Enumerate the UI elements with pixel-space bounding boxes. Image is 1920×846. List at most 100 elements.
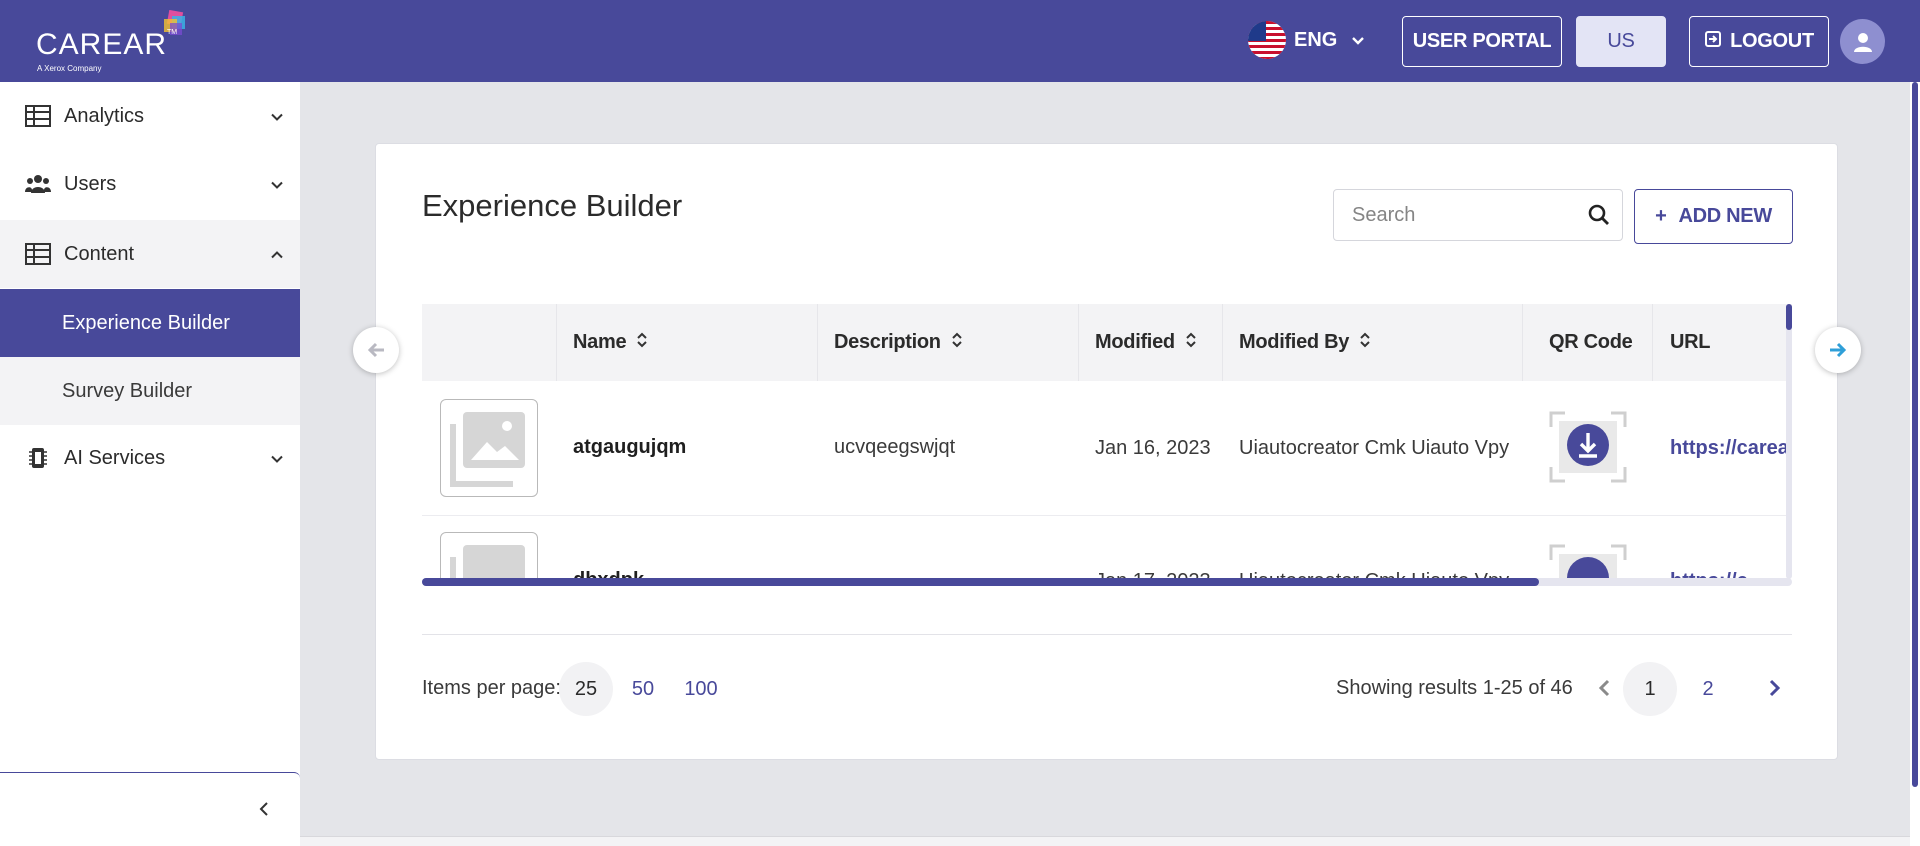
logout-label: LOGOUT bbox=[1730, 30, 1814, 52]
previous-page-button[interactable] bbox=[1592, 675, 1616, 701]
column-label: Name bbox=[573, 331, 627, 353]
user-icon bbox=[1853, 32, 1872, 52]
experience-builder-card: Experience Builder + ADD NEW Name Descri… bbox=[353, 143, 1861, 760]
image-placeholder-icon bbox=[450, 545, 525, 579]
chevron-down-icon bbox=[270, 105, 284, 128]
add-new-button[interactable]: + ADD NEW bbox=[1634, 189, 1793, 244]
qr-download-button[interactable] bbox=[1549, 411, 1627, 483]
page-scrollbar[interactable] bbox=[1910, 82, 1920, 846]
page-2-button[interactable]: 2 bbox=[1681, 662, 1735, 716]
page-title: Experience Builder bbox=[422, 188, 683, 223]
column-label: QR Code bbox=[1549, 331, 1633, 353]
column-header-qr-code: QR Code bbox=[1549, 304, 1633, 381]
next-page-button[interactable] bbox=[1763, 675, 1787, 701]
row-name[interactable]: atgaugujqm bbox=[573, 436, 686, 459]
table-horizontal-scrollbar[interactable] bbox=[422, 578, 1792, 586]
sort-icon bbox=[1359, 331, 1371, 355]
scroll-thumb[interactable] bbox=[1912, 82, 1918, 787]
column-divider bbox=[1222, 304, 1223, 381]
users-icon bbox=[24, 170, 52, 198]
row-description: ucvqeegswjqt bbox=[834, 436, 956, 458]
table-vertical-scrollbar[interactable] bbox=[1786, 304, 1792, 579]
language-label: ENG bbox=[1294, 28, 1338, 51]
scroll-thumb[interactable] bbox=[422, 578, 1539, 586]
column-divider bbox=[1522, 304, 1523, 381]
sidebar-item-label: Analytics bbox=[64, 104, 145, 127]
column-label: Description bbox=[834, 331, 941, 353]
logout-button[interactable]: LOGOUT bbox=[1689, 16, 1829, 67]
column-header-modified[interactable]: Modified bbox=[1095, 304, 1197, 381]
column-divider bbox=[556, 304, 557, 381]
page-1-button[interactable]: 1 bbox=[1623, 662, 1677, 716]
sidebar-item-experience-builder[interactable]: Experience Builder bbox=[0, 289, 300, 357]
scroll-left-button[interactable] bbox=[353, 327, 399, 373]
region-button[interactable]: US bbox=[1576, 16, 1666, 67]
chevron-down-icon bbox=[270, 447, 284, 470]
qr-download-button[interactable] bbox=[1549, 544, 1627, 579]
qr-download-icon bbox=[1549, 544, 1627, 579]
column-label: Modified bbox=[1095, 331, 1175, 353]
sidebar-item-users[interactable]: Users bbox=[0, 150, 300, 218]
sidebar: Analytics Users Content Experience Build… bbox=[0, 82, 300, 846]
carear-logo[interactable]: CAREAR TM A Xerox Company bbox=[36, 10, 196, 76]
sort-icon bbox=[1185, 331, 1197, 355]
sidebar-footer bbox=[0, 772, 300, 846]
logo-subtitle: A Xerox Company bbox=[37, 64, 102, 73]
us-flag-icon bbox=[1248, 21, 1286, 59]
experience-table: Name Description Modified Modified By QR… bbox=[422, 304, 1792, 579]
scroll-right-button[interactable] bbox=[1815, 327, 1861, 373]
add-new-label: ADD NEW bbox=[1678, 205, 1772, 227]
user-portal-button[interactable]: USER PORTAL bbox=[1402, 16, 1562, 67]
chevron-up-icon bbox=[270, 243, 284, 266]
chevron-left-icon bbox=[1598, 679, 1610, 697]
row-modified-by: Uiautocreator Cmk Uiauto Vpy bbox=[1239, 437, 1510, 459]
sort-icon bbox=[636, 331, 648, 355]
scroll-thumb[interactable] bbox=[1786, 304, 1792, 330]
experience-thumbnail bbox=[440, 399, 538, 497]
collapse-sidebar-icon[interactable] bbox=[254, 799, 274, 819]
column-header-description[interactable]: Description bbox=[834, 304, 963, 381]
column-label: URL bbox=[1670, 331, 1711, 353]
items-per-page-100[interactable]: 100 bbox=[674, 662, 728, 716]
chevron-down-icon bbox=[1351, 29, 1365, 52]
arrow-right-icon bbox=[1830, 342, 1847, 358]
chevron-right-icon bbox=[1769, 679, 1781, 697]
table-row[interactable]: dbxdpk Jan 17, 2023 Uiautocreator Cmk Ui… bbox=[422, 516, 1792, 579]
row-url-link[interactable]: https://carear bbox=[1670, 437, 1792, 460]
column-label: Modified By bbox=[1239, 331, 1350, 353]
qr-download-icon bbox=[1549, 411, 1627, 483]
search-icon[interactable] bbox=[1588, 204, 1610, 231]
column-header-modified-by[interactable]: Modified By bbox=[1239, 304, 1371, 381]
language-selector[interactable]: ENG bbox=[1248, 21, 1365, 59]
image-placeholder-icon bbox=[450, 412, 525, 487]
search-input[interactable] bbox=[1334, 203, 1574, 227]
logo-text: CAREAR bbox=[36, 28, 168, 61]
search-box bbox=[1333, 189, 1623, 241]
items-per-page-25[interactable]: 25 bbox=[559, 662, 613, 716]
table-row[interactable]: atgaugujqm ucvqeegswjqt Jan 16, 2023 Uia… bbox=[422, 381, 1792, 516]
items-per-page-label: Items per page: bbox=[422, 677, 561, 699]
items-per-page-50[interactable]: 50 bbox=[616, 662, 670, 716]
column-header-name[interactable]: Name bbox=[573, 304, 648, 381]
plus-icon: + bbox=[1655, 205, 1667, 227]
column-divider bbox=[1652, 304, 1653, 381]
sidebar-item-ai-services[interactable]: AI Services bbox=[0, 424, 300, 492]
user-avatar[interactable] bbox=[1840, 19, 1885, 64]
arrow-left-icon bbox=[367, 342, 384, 358]
sidebar-item-survey-builder[interactable]: Survey Builder bbox=[0, 357, 300, 425]
chip-icon bbox=[24, 444, 52, 472]
column-header-url: URL bbox=[1670, 304, 1711, 381]
sidebar-item-label: Content bbox=[64, 242, 135, 265]
chevron-down-icon bbox=[270, 173, 284, 196]
page-bottom-strip bbox=[300, 836, 1910, 846]
table-header: Name Description Modified Modified By QR… bbox=[422, 304, 1792, 381]
column-divider bbox=[1078, 304, 1079, 381]
sidebar-item-content[interactable]: Content bbox=[0, 220, 300, 288]
top-header: CAREAR TM A Xerox Company ENG USER PORTA… bbox=[0, 0, 1920, 82]
table-icon bbox=[24, 240, 52, 268]
sort-icon bbox=[951, 331, 963, 355]
column-divider bbox=[817, 304, 818, 381]
logo-tm: TM bbox=[167, 29, 178, 36]
sidebar-item-label: Users bbox=[64, 172, 117, 195]
sidebar-item-analytics[interactable]: Analytics bbox=[0, 82, 300, 150]
